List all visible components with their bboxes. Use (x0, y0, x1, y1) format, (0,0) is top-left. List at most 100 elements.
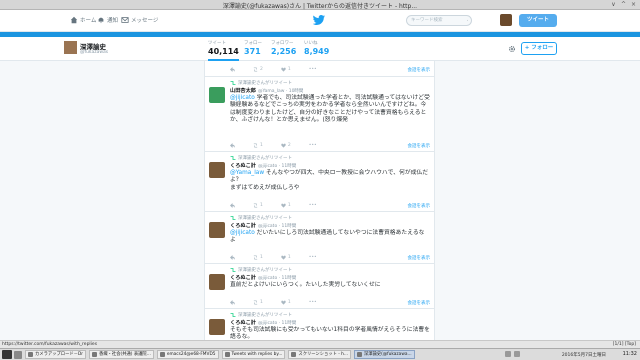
tweet-text: @jijicato 学者でも、司法試験通った学者とか、司法試験通ってはないけど受… (230, 95, 430, 125)
mention-link[interactable]: @Yama_law (230, 170, 264, 176)
retweet-button[interactable]: 1 (253, 300, 263, 305)
reply-button[interactable] (230, 143, 235, 148)
tweet-author[interactable]: 山田杏太郎 @Yama_law · 10時間 (230, 87, 303, 94)
avatar[interactable] (209, 87, 225, 103)
nav-home[interactable]: ホーム (70, 16, 96, 24)
retweet-count: 1 (260, 300, 263, 305)
taskbar-date: 2016年5月7日土曜日 (561, 353, 606, 358)
minimize-button[interactable]: ∨ (610, 1, 617, 8)
stat-following[interactable]: フォロー 371 (244, 40, 262, 56)
like-button[interactable]: 1 (281, 67, 291, 72)
show-conversation-link[interactable]: 会話を表示 (408, 143, 431, 149)
follow-button[interactable]: + フォロー (521, 42, 557, 55)
more-button[interactable]: ••• (309, 143, 317, 148)
more-button[interactable]: ••• (309, 203, 317, 208)
retweet-icon (230, 216, 236, 220)
author-name: くろぬこ計 (230, 320, 256, 326)
retweet-icon (253, 300, 258, 305)
stat-label: いいね (304, 41, 318, 46)
home-icon (70, 16, 78, 24)
reply-button[interactable] (230, 67, 235, 72)
stat-likes[interactable]: いいね 8,949 (304, 40, 329, 56)
stat-followers[interactable]: フォロワー 2,256 (271, 40, 296, 56)
heart-icon (281, 67, 286, 72)
author-name: くろぬこ計 (230, 223, 256, 229)
retweet-count: 2 (260, 67, 263, 72)
nav-messages-label: メッセージ (131, 18, 159, 24)
reply-button[interactable] (230, 203, 235, 208)
tweet-body: 学者でも、司法試験通った学者とか、司法試験通ってはないけど受験経験あるなどでこっ… (230, 95, 430, 124)
maximize-button[interactable]: ^ (620, 1, 627, 8)
retweet-button[interactable]: 1 (253, 143, 263, 148)
tweet-item[interactable]: 2 1 ••• 会話を表示 (205, 61, 434, 77)
taskbar-task[interactable]: emacs24@e68-FMVD5 (156, 350, 219, 359)
timeline[interactable]: 2 1 ••• 会話を表示 深澤諭史さんがリツイート 山田杏太郎 @Yama_la… (204, 61, 435, 340)
retweet-count: 1 (260, 203, 263, 208)
profile-avatar[interactable] (63, 40, 78, 55)
stat-value: 40,114 (208, 47, 239, 56)
taskbar-task[interactable]: スクリーンショット - h... (288, 350, 351, 359)
tweet-body: だいたいにしろ司法試験通過してないやつに法曹資格あたえるなよ (230, 230, 425, 244)
gear-icon[interactable] (508, 45, 516, 53)
close-button[interactable]: × (630, 1, 637, 8)
taskbar-task[interactable]: カメラアップロード－Dr (25, 350, 87, 359)
show-conversation-link[interactable]: 会話を表示 (408, 67, 431, 73)
quick-launch-icon[interactable] (14, 350, 22, 359)
twitter-bird-icon[interactable] (313, 15, 325, 26)
retweet-context: 深澤諭史さんがリツイート (230, 267, 292, 273)
nav-notifications[interactable]: 通知 (97, 16, 118, 24)
network-icon[interactable] (505, 351, 511, 357)
avatar[interactable] (209, 222, 225, 238)
nav-messages[interactable]: メッセージ (121, 16, 158, 24)
reply-icon (230, 67, 235, 72)
start-menu-icon[interactable] (2, 350, 12, 359)
retweet-icon (230, 156, 236, 160)
author-name: 山田杏太郎 (230, 88, 256, 94)
taskbar-task[interactable]: Tweets with replies by... (221, 350, 286, 359)
tweet-author[interactable]: くろぬこ計 @jijicato · 11時間 (230, 162, 296, 169)
compose-tweet-button[interactable]: ツイート (519, 14, 557, 27)
search-icon[interactable] (463, 18, 468, 23)
avatar[interactable] (209, 319, 225, 335)
more-button[interactable]: ••• (309, 300, 317, 305)
avatar[interactable] (209, 162, 225, 178)
like-count: 1 (287, 67, 291, 72)
more-button[interactable]: ••• (309, 255, 317, 260)
tweet-item[interactable]: 深澤諭史さんがリツイート 山田杏太郎 @Yama_law · 10時間 @jiji… (205, 77, 434, 152)
retweet-button[interactable]: 1 (253, 255, 263, 260)
avatar[interactable] (209, 274, 225, 290)
tweet-item[interactable]: 深澤諭史さんがリツイート くろぬこ計 @jijicato · 11時間 @Yama… (205, 152, 434, 212)
tweet-author[interactable]: くろぬこ計 @jijicato · 11時間 (230, 319, 296, 326)
taskbar-task-active[interactable]: 深澤諭史(@fukazawa... (353, 350, 415, 359)
stat-tweets[interactable]: ツイート 40,114 (208, 40, 239, 61)
reply-icon (230, 255, 235, 260)
tweet-author[interactable]: くろぬこ計 @jijicato · 11時間 (230, 274, 296, 281)
mention-link[interactable]: @jijicato (230, 95, 255, 101)
account-avatar[interactable] (500, 14, 512, 26)
show-conversation-link[interactable]: 会話を表示 (408, 300, 431, 306)
window-titlebar: 深澤諭史(@fukazawas)さん | Twitterからの返信付きツイート … (0, 0, 640, 10)
volume-icon[interactable] (514, 351, 520, 357)
retweet-icon (230, 313, 236, 317)
retweet-button[interactable]: 2 (253, 67, 263, 72)
stat-label: フォロワー (271, 41, 294, 46)
like-button[interactable]: 1 (281, 300, 291, 305)
retweet-button[interactable]: 1 (253, 203, 263, 208)
tweet-body: そもそも司法試験にも受かってもいない1科目の学者風情がえらそうに法曹を語るな。 (230, 327, 430, 340)
reply-button[interactable] (230, 300, 235, 305)
tweet-item[interactable]: 深澤諭史さんがリツイート くろぬこ計 @jijicato · 11時間 そもそも司… (205, 309, 434, 340)
tweet-item[interactable]: 深澤諭史さんがリツイート くろぬこ計 @jijicato · 11時間 直前だとよ… (205, 264, 434, 309)
like-button[interactable]: 2 (281, 143, 291, 148)
show-conversation-link[interactable]: 会話を表示 (408, 203, 431, 209)
taskbar-task[interactable]: 香織・社会(共通) 表議院... (89, 350, 154, 359)
top-navigation: ホーム 通知 メッセージ キーワード検索 ツイート (0, 10, 640, 32)
like-button[interactable]: 1 (281, 203, 291, 208)
like-button[interactable]: 1 (281, 255, 291, 260)
show-conversation-link[interactable]: 会話を表示 (408, 255, 431, 261)
mention-link[interactable]: @jijicato (230, 230, 255, 236)
tweet-author[interactable]: くろぬこ計 @jijicato · 11時間 (230, 222, 296, 229)
reply-button[interactable] (230, 255, 235, 260)
taskbar-clock[interactable]: 11:32 (623, 351, 637, 357)
tweet-item[interactable]: 深澤諭史さんがリツイート くろぬこ計 @jijicato · 11時間 @jiji… (205, 212, 434, 264)
more-button[interactable]: ••• (309, 67, 317, 72)
